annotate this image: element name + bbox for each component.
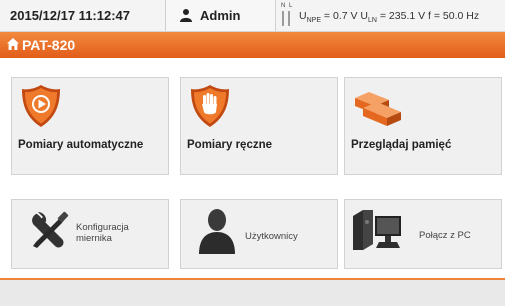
tile-manual-measurements[interactable]: Pomiary ręczne xyxy=(180,77,338,175)
page-title: PAT-820 xyxy=(22,37,76,53)
tile-meter-configuration[interactable]: Konfiguracja miernika xyxy=(11,199,169,269)
tile-connect-pc[interactable]: Połącz z PC xyxy=(344,199,502,269)
tools-icon xyxy=(32,211,69,248)
nl-indicator: N L xyxy=(281,3,294,9)
tile-label: Użytkownicy xyxy=(245,231,298,242)
user-label: Admin xyxy=(200,8,241,23)
user-silhouette-icon xyxy=(199,209,235,254)
tile-label: Przeglądaj pamięć xyxy=(351,139,452,151)
tile-label: Połącz z PC xyxy=(419,230,471,241)
user-button[interactable]: Admin xyxy=(165,0,276,31)
tile-automatic-measurements[interactable]: Pomiary automatyczne xyxy=(11,77,169,175)
title-bar: PAT-820 xyxy=(0,32,505,58)
tile-label: Pomiary automatyczne xyxy=(18,139,144,151)
tile-browse-memory[interactable]: Przeglądaj pamięć xyxy=(344,77,502,175)
datetime: 2015/12/17 11:12:47 xyxy=(10,8,130,23)
computer-icon xyxy=(353,210,401,250)
memory-blocks-icon xyxy=(355,92,401,126)
tile-label: Konfiguracja miernika xyxy=(76,222,129,244)
shield-hand-icon xyxy=(191,85,229,127)
tile-label: Pomiary ręczne xyxy=(187,139,273,151)
status-bar: 2015/12/17 11:12:47 Admin N L UNPE = 0.7… xyxy=(0,0,505,32)
shield-play-icon xyxy=(22,85,60,127)
tile-users[interactable]: Użytkownicy xyxy=(180,199,338,269)
measurement-readout: UNPE = 0.7 V ULN = 235.1 V f = 50.0 Hz xyxy=(299,10,480,25)
home-icon[interactable] xyxy=(6,37,20,51)
bottom-bar xyxy=(0,280,505,306)
user-icon xyxy=(180,9,192,22)
